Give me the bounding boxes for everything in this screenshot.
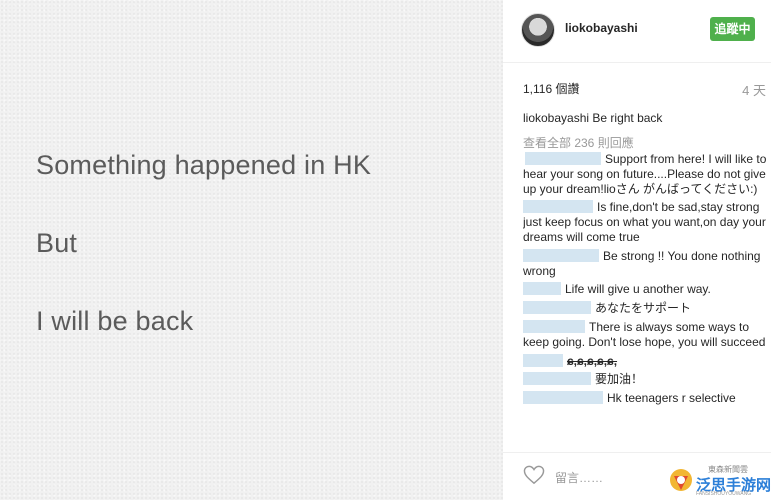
comment-username-redacted[interactable] — [523, 319, 585, 333]
image-text-line-3: I will be back — [36, 306, 194, 336]
image-text-line-2: But — [36, 228, 78, 258]
view-all-comments-link[interactable]: 查看全部 236 則回應 — [523, 134, 634, 151]
post-image[interactable]: Something happened in HK But I will be b… — [0, 0, 503, 500]
comment-username-redacted[interactable] — [525, 152, 601, 165]
comment-username-redacted[interactable] — [523, 391, 603, 405]
comment-username-redacted[interactable] — [523, 301, 591, 315]
watermark-url: FANSISHOUYOUWANG — [696, 491, 752, 497]
caption-username[interactable]: liokobayashi — [523, 111, 589, 125]
like-count[interactable]: 1,116 個讚 — [523, 80, 579, 97]
post-time[interactable]: 4 天 — [742, 80, 766, 99]
caption-text: Be right back — [592, 111, 663, 125]
comment-text: ɕ,ɕ,ɕ,ɕ,ɕ, — [567, 353, 618, 368]
comment-item: Hk teenagers r selective — [523, 391, 768, 406]
following-button[interactable]: 追蹤中 — [710, 17, 755, 41]
post-caption: liokobayashi Be right back — [523, 111, 662, 125]
username-link[interactable]: liokobayashi — [565, 21, 638, 35]
comment-item: あなたをサポート — [523, 301, 768, 316]
comment-item: 要加油！ — [523, 372, 768, 387]
post-header: liokobayashi 追蹤中 — [503, 0, 771, 63]
comment-item: Is fine,don't be sad,stay strong just ke… — [523, 200, 768, 244]
comment-item: Be strong !! You done nothing wrong — [523, 248, 768, 279]
comment-item: There is always some ways to keep going.… — [523, 319, 768, 350]
heart-icon[interactable] — [523, 465, 545, 485]
comment-username-redacted[interactable] — [523, 353, 563, 367]
fansi-logo-icon — [670, 469, 692, 491]
comment-text: Hk teenagers r selective — [607, 391, 736, 406]
comment-username-redacted[interactable] — [523, 248, 599, 262]
image-text-line-1: Something happened in HK — [36, 150, 372, 180]
comment-text: あなたをサポート — [595, 301, 692, 316]
comment-item: Support from here! I will like to hear y… — [523, 152, 768, 196]
comment-text: 要加油！ — [595, 372, 644, 387]
site-watermark: 東森新聞雲 泛思手游网 FANSISHOUYOUWANG — [668, 462, 771, 498]
comment-item: Life will give u another way. — [523, 282, 768, 297]
comment-username-redacted[interactable] — [523, 200, 593, 214]
comment-username-redacted[interactable] — [523, 282, 561, 296]
comment-input[interactable]: 留言…… — [555, 469, 603, 486]
user-avatar-icon[interactable] — [521, 13, 555, 47]
comment-text: Life will give u another way. — [565, 282, 711, 297]
comment-list: Support from here! I will like to hear y… — [523, 152, 768, 454]
comment-username-redacted[interactable] — [523, 372, 591, 386]
comment-item: ɕ,ɕ,ɕ,ɕ,ɕ, — [523, 353, 768, 369]
post-side-panel: liokobayashi 追蹤中 1,116 個讚 4 天 liokobayas… — [503, 0, 771, 500]
